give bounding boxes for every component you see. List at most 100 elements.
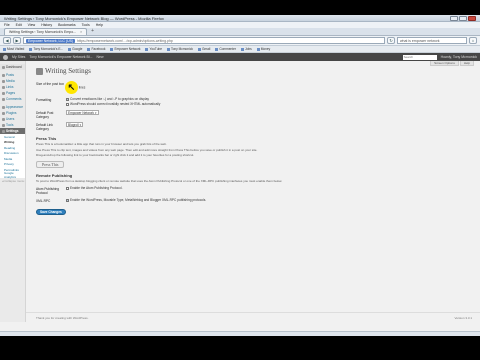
bookmark-label: Commenter (219, 47, 236, 51)
xmlrpc-checkbox[interactable] (66, 198, 69, 202)
admin-bar-site-name[interactable]: Tony Mcmonick's Empower Network Bl... (29, 55, 92, 59)
save-changes-button[interactable]: Save Changes (36, 209, 66, 216)
bookmark-item[interactable]: Commenter (215, 47, 236, 51)
bookmark-icon (110, 47, 114, 51)
browser-search-input[interactable]: what is empower network (397, 37, 467, 44)
admin-bar-new[interactable]: New (97, 55, 104, 59)
bookmark-item[interactable]: Most Visited (3, 47, 24, 51)
xhtml-checkbox[interactable] (66, 102, 69, 106)
press-this-heading: Press This (36, 136, 57, 141)
menu-bookmarks[interactable]: Bookmarks (58, 23, 76, 27)
menu-tools[interactable]: Tools (82, 23, 90, 27)
appearance-icon (2, 105, 5, 109)
default-link-category-select[interactable]: Blogroll ▾ (66, 122, 84, 127)
help-button[interactable]: Help (459, 61, 474, 66)
emoticons-option[interactable]: Convert emoticons like :-) and :-P to gr… (66, 97, 472, 101)
xhtml-option[interactable]: WordPress should correct invalidly neste… (66, 102, 472, 106)
press-this-bookmarklet[interactable]: Press This (36, 160, 65, 168)
wordpress-logo-icon[interactable] (3, 54, 8, 60)
bookmark-item[interactable]: Gmail (197, 47, 210, 51)
bookmarks-bar: Most Visited Tony Mcmonick's E... Google… (0, 46, 480, 53)
row-formatting: Formatting Convert emoticons like :-) an… (36, 97, 472, 107)
menu-edit[interactable]: Edit (16, 23, 22, 27)
bookmark-item[interactable]: Tony Mcmonick's E... (29, 47, 63, 51)
browser-status-bar (0, 331, 480, 336)
close-icon[interactable] (468, 15, 476, 21)
bookmark-item[interactable]: Empower Network (110, 47, 140, 51)
posts-icon (2, 73, 5, 77)
sidebar-item-label: Pages (6, 91, 16, 95)
reload-icon[interactable]: ↻ (387, 37, 395, 44)
sidebar-item-dashboard[interactable]: Dashboard (0, 64, 25, 70)
collapse-menu[interactable]: ◂ Collapse menu (0, 178, 25, 184)
atom-option[interactable]: Enable the Atom Publishing Protocol. (66, 186, 472, 190)
menu-view[interactable]: View (28, 23, 36, 27)
menu-file[interactable]: File (4, 23, 10, 27)
row-default-link-category: Default Link Category Blogroll ▾ (36, 122, 472, 131)
back-icon[interactable]: ◀ (3, 37, 11, 44)
url-bar[interactable]: Empower Network, LLC (US) https://empowe… (23, 37, 385, 44)
browser-tab[interactable]: Writing Settings ‹ Tony Mcmonick's Empo.… (4, 28, 88, 35)
url-text[interactable]: https://empowernetwork.com/…/wp-admin/op… (77, 39, 173, 43)
dashboard-icon (2, 65, 5, 69)
emoticons-option-label: Convert emoticons like :-) and :-P to gr… (70, 97, 149, 101)
window-title: Writing Settings ‹ Tony Mcmonick's Empow… (4, 15, 164, 21)
bookmark-item[interactable]: Tony Mcmonick (167, 47, 193, 51)
submenu-google-analytics[interactable]: Google Analytics (0, 171, 25, 179)
bookmark-label: Facebook (91, 47, 106, 51)
bookmark-item[interactable]: Jobs (240, 47, 252, 51)
default-link-category-label: Default Link Category (36, 123, 53, 131)
minimize-icon[interactable] (450, 15, 458, 21)
screen-options-button[interactable]: Screen Options (430, 61, 459, 66)
remote-publishing-heading: Remote Publishing (36, 172, 73, 178)
page-title: Writing Settings (45, 67, 91, 75)
sidebar-item-label: Settings (6, 129, 19, 133)
emoticons-checkbox[interactable] (66, 97, 69, 101)
bookmark-icon (240, 47, 244, 51)
new-tab-button[interactable]: + (89, 29, 96, 35)
admin-sidebar: Dashboard Posts Media Links Pages Commen… (0, 61, 26, 322)
plugins-icon (2, 111, 5, 115)
admin-bar-my-sites[interactable]: My Sites (12, 55, 25, 59)
screen-meta-links: Screen Options Help (430, 61, 474, 66)
xmlrpc-option-label: Enable the WordPress, Movable Type, Meta… (70, 198, 207, 203)
home-icon[interactable]: ⌂ (469, 37, 477, 44)
wp-wrap: Dashboard Posts Media Links Pages Commen… (0, 61, 480, 322)
admin-bar-howdy[interactable]: Howdy, Tony Mcmonick (441, 55, 477, 59)
press-this-text-1: Press This is a bookmarklet: a little ap… (36, 142, 167, 146)
atom-field: Enable the Atom Publishing Protocol. (66, 186, 472, 195)
xmlrpc-option[interactable]: Enable the WordPress, Movable Type, Meta… (66, 198, 472, 202)
sidebar-item-label: Media (6, 79, 15, 83)
site-identity[interactable]: Empower Network, LLC (US) (26, 38, 76, 43)
formatting-label: Formatting (36, 98, 52, 102)
atom-checkbox[interactable] (66, 186, 69, 190)
forward-icon[interactable]: ▶ (13, 37, 21, 44)
menu-history[interactable]: History (41, 23, 52, 27)
bookmark-label: Jobs (244, 47, 252, 51)
close-tab-icon[interactable]: × (80, 30, 82, 34)
window-titlebar: Writing Settings ‹ Tony Mcmonick's Empow… (0, 15, 480, 22)
footer-version: Version 3.3.1 (454, 315, 472, 320)
default-post-category-label: Default Post Category (36, 111, 54, 119)
menu-help[interactable]: Help (96, 23, 103, 27)
links-icon (2, 85, 5, 89)
post-box-size-field: 1 ↖ lines (64, 81, 472, 94)
row-post-box-size: Size of the post box 1 ↖ lines (36, 81, 472, 94)
chevron-down-icon: ▾ (79, 122, 82, 127)
bookmark-item[interactable]: Google (68, 47, 82, 51)
bookmark-label: YouTube (149, 47, 163, 51)
bookmark-icon (167, 47, 171, 51)
bookmark-item[interactable]: Facebook (87, 47, 105, 51)
footer-thankyou: Thank you for creating with WordPress. (36, 315, 89, 320)
maximize-icon[interactable] (459, 15, 467, 21)
row-atom: Atom Publishing Protocol Enable the Atom… (36, 186, 472, 195)
bookmark-item[interactable]: YouTube (145, 47, 162, 51)
sidebar-item-label: Dashboard (6, 65, 22, 69)
media-icon (2, 79, 5, 83)
bookmark-item[interactable]: Money (256, 47, 270, 51)
admin-bar-search-input[interactable]: Search (402, 54, 437, 60)
default-link-category-field: Blogroll ▾ (66, 122, 472, 131)
default-post-category-select[interactable]: Empower Network ▾ (66, 110, 99, 115)
collapse-label: Collapse menu (4, 179, 25, 183)
page-header: Writing Settings (36, 67, 472, 75)
